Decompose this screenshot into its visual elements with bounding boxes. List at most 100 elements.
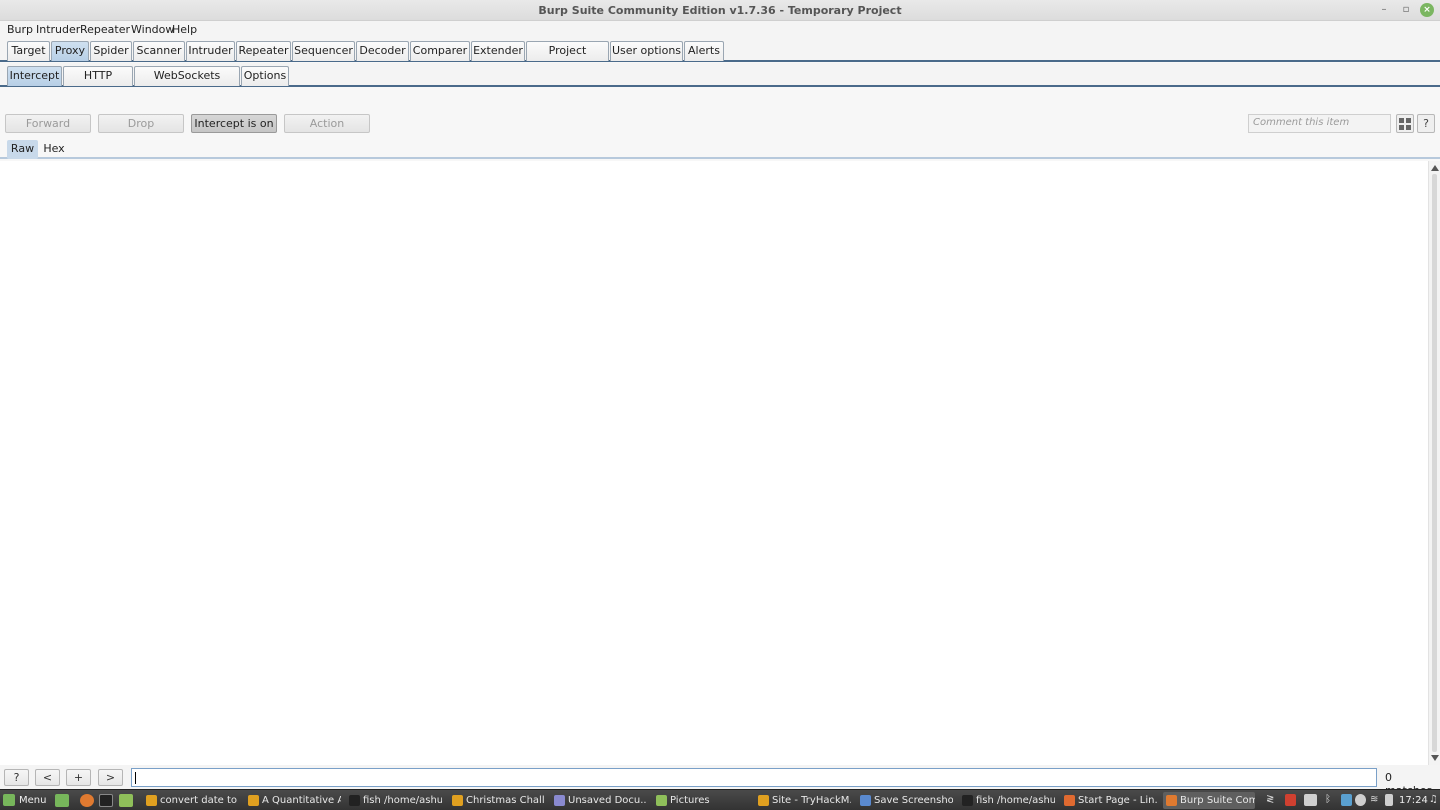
tab-comparer[interactable]: Comparer <box>410 41 470 61</box>
comment-input[interactable]: Comment this item <box>1248 114 1391 133</box>
display-icon[interactable] <box>1304 794 1317 806</box>
network-icon[interactable]: ≷ <box>1266 794 1277 806</box>
tab-http-history[interactable]: HTTP history <box>63 66 133 100</box>
tab-websockets-history[interactable]: WebSockets history <box>134 66 240 100</box>
grid-icon[interactable] <box>1396 114 1414 133</box>
maximize-icon[interactable]: ▫ <box>1399 3 1413 17</box>
taskbar-item-label: fish /home/ashu... <box>976 795 1055 806</box>
taskbar-item-label: Unsaved Docu... <box>568 795 647 806</box>
search-bar: ? < + > 0 matches <box>0 765 1440 797</box>
menu-repeater[interactable]: Repeater <box>80 23 130 36</box>
tab-spider[interactable]: Spider <box>90 41 132 61</box>
clock[interactable]: 17:24 <box>1399 793 1428 808</box>
app-icon <box>1166 795 1177 806</box>
tab-intruder[interactable]: Intruder <box>186 41 235 61</box>
taskbar-item-label: A Quantitative A... <box>262 795 341 806</box>
minimize-icon[interactable]: – <box>1377 3 1391 17</box>
action-button[interactable]: Action <box>284 114 370 133</box>
menu-help[interactable]: Help <box>172 23 197 36</box>
tab-scanner[interactable]: Scanner <box>133 41 185 61</box>
taskbar-chrome-convert[interactable]: convert date to ... <box>143 792 239 809</box>
taskbar-item-label: Pictures <box>670 795 710 806</box>
menu-window[interactable]: Window <box>131 23 174 36</box>
tab-options[interactable]: Options <box>241 66 289 86</box>
app-icon <box>758 795 769 806</box>
app-icon <box>248 795 259 806</box>
taskbar-burp-suite[interactable]: Burp Suite Com... <box>1163 792 1255 809</box>
taskbar-item-label: convert date to ... <box>160 795 239 806</box>
bluetooth-icon[interactable]: ᛒ <box>1325 794 1336 806</box>
scroll-thumb[interactable] <box>1432 174 1437 752</box>
app-icon <box>349 795 360 806</box>
taskbar-item-label: Start Page - Lin... <box>1078 795 1157 806</box>
files-icon[interactable] <box>119 794 133 807</box>
tab-sequencer[interactable]: Sequencer <box>292 41 355 61</box>
menu-bar: Burp Intruder Repeater Window Help <box>0 21 1440 38</box>
battery-icon[interactable] <box>1385 794 1393 806</box>
window-title: Burp Suite Community Edition v1.7.36 - T… <box>538 4 902 17</box>
tab-proxy[interactable]: Proxy <box>51 41 89 61</box>
tab-project-options[interactable]: Project options <box>526 41 609 75</box>
drop-button[interactable]: Drop <box>98 114 184 133</box>
close-icon[interactable]: × <box>1420 3 1434 17</box>
taskbar-item-label: fish /home/ashu... <box>363 795 442 806</box>
taskbar-item-label: Burp Suite Com... <box>1180 795 1255 806</box>
search-prev-button[interactable]: < <box>35 769 60 786</box>
wifi-icon[interactable]: ≋ <box>1370 794 1381 806</box>
app-icon <box>860 795 871 806</box>
vertical-scrollbar[interactable] <box>1428 161 1440 765</box>
app-icon <box>554 795 565 806</box>
proxy-tab-bar: Intercept HTTP history WebSockets histor… <box>0 63 1440 100</box>
firefox-icon[interactable] <box>80 794 94 807</box>
search-next-button[interactable]: > <box>98 769 123 786</box>
taskbar-save-screenshot[interactable]: Save Screenshot <box>857 792 953 809</box>
taskbar-item-label: Save Screenshot <box>874 795 953 806</box>
intercept-toolbar: Forward Drop Intercept is on Action Comm… <box>0 89 1440 139</box>
intercept-toggle-button[interactable]: Intercept is on <box>191 114 277 133</box>
window-title-bar: Burp Suite Community Edition v1.7.36 - T… <box>0 0 1440 21</box>
user-icon[interactable] <box>1355 794 1366 806</box>
taskbar-terminal-fish-2[interactable]: fish /home/ashu... <box>959 792 1055 809</box>
app-icon <box>452 795 463 806</box>
tab-hex[interactable]: Hex <box>39 140 69 159</box>
forward-button[interactable]: Forward <box>5 114 91 133</box>
menu-burp[interactable]: Burp <box>7 23 33 36</box>
view-tab-bar: Raw Hex <box>0 139 1440 159</box>
tab-extender[interactable]: Extender <box>471 41 525 61</box>
taskbar-chrome-quantitative[interactable]: A Quantitative A... <box>245 792 341 809</box>
taskbar-terminal-fish-1[interactable]: fish /home/ashu... <box>346 792 442 809</box>
tab-repeater[interactable]: Repeater <box>236 41 291 61</box>
taskbar-chrome-christmas[interactable]: Christmas Chall... <box>449 792 545 809</box>
update-icon[interactable] <box>1341 794 1352 806</box>
search-input[interactable] <box>131 768 1377 787</box>
scroll-down-icon[interactable] <box>1431 755 1439 761</box>
shield-icon[interactable] <box>1285 794 1296 806</box>
show-desktop-icon[interactable] <box>55 794 69 807</box>
taskbar-firefox-start-page[interactable]: Start Page - Lin... <box>1061 792 1157 809</box>
taskbar-text-editor[interactable]: Unsaved Docu... <box>551 792 647 809</box>
tab-target[interactable]: Target <box>7 41 50 61</box>
search-help-button[interactable]: ? <box>4 769 29 786</box>
taskbar-files-pictures[interactable]: Pictures <box>653 792 749 809</box>
taskbar-item-label: Christmas Chall... <box>466 795 545 806</box>
tab-decoder[interactable]: Decoder <box>356 41 409 61</box>
tab-alerts[interactable]: Alerts <box>684 41 724 61</box>
app-icon <box>656 795 667 806</box>
mint-logo-icon <box>3 794 15 806</box>
tab-raw[interactable]: Raw <box>7 140 38 159</box>
main-tab-bar: Target Proxy Spider Scanner Intruder Rep… <box>0 38 1440 75</box>
menu-intruder[interactable]: Intruder <box>36 23 80 36</box>
app-icon <box>146 795 157 806</box>
scroll-up-icon[interactable] <box>1431 165 1439 171</box>
terminal-icon[interactable] <box>99 794 113 807</box>
start-menu-button[interactable]: Menu <box>3 793 46 808</box>
start-menu-label: Menu <box>19 795 47 806</box>
search-add-button[interactable]: + <box>66 769 91 786</box>
app-icon <box>1064 795 1075 806</box>
music-note-icon[interactable]: ♫ <box>1429 794 1440 806</box>
tab-intercept[interactable]: Intercept <box>7 66 62 86</box>
tab-user-options[interactable]: User options <box>610 41 683 61</box>
taskbar-chrome-tryhackme[interactable]: Site - TryHackM... <box>755 792 851 809</box>
help-icon[interactable]: ? <box>1417 114 1435 133</box>
request-editor[interactable] <box>0 161 1428 765</box>
